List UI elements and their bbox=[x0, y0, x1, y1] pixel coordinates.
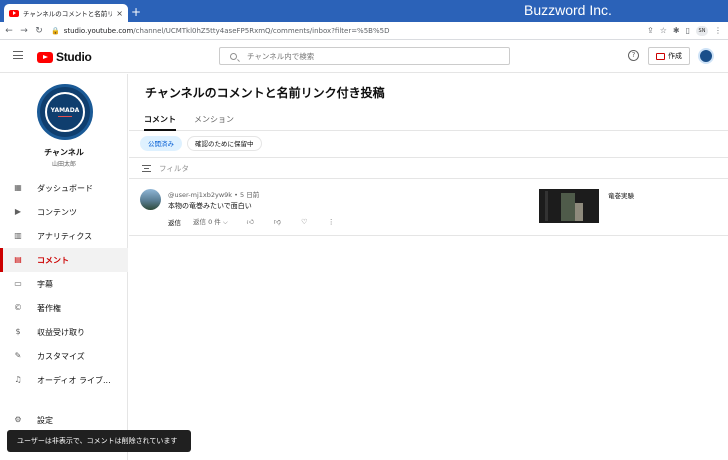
replies-toggle[interactable]: 返信 0 件 ⌵ bbox=[193, 216, 228, 227]
comment-row: @user-mj1xb2yw9k • 5 日前 本物の竜巻みたいで面白い 返信 … bbox=[129, 180, 728, 236]
sidebar-menu: ▦ ダッシュボード ▶ コンテンツ ▥ アナリティクス ▤ コメント ▭ 字幕 … bbox=[0, 176, 128, 392]
filter-label: フィルタ bbox=[159, 163, 189, 173]
comment-author[interactable]: @user-mj1xb2yw9k bbox=[168, 191, 232, 199]
sidebar-item-label: オーディオ ライブ... bbox=[37, 375, 111, 385]
browser-toolbar: ← → ↻ 🔒 studio.youtube.com/channel/UCMTkl… bbox=[0, 22, 728, 40]
audio-library-icon: ♫ bbox=[14, 375, 22, 384]
studio-logo-text: Studio bbox=[56, 50, 92, 64]
snackbar-toast: ユーザーは非表示で、コメントは削除されています bbox=[7, 430, 191, 452]
address-bar[interactable]: 🔒 studio.youtube.com/channel/UCMTkl0hZ5tt… bbox=[51, 27, 647, 35]
sidebar-item-analytics[interactable]: ▥ アナリティクス bbox=[0, 224, 128, 248]
sidebar-item-label: コメント bbox=[37, 255, 69, 265]
monetization-icon: $ bbox=[15, 327, 21, 336]
active-tab-indicator bbox=[144, 129, 176, 131]
browser-menu-icon[interactable]: ⋮ bbox=[714, 26, 722, 35]
sidebar-item-copyright[interactable]: © 著作権 bbox=[0, 296, 128, 320]
sidebar-item-label: 収益受け取り bbox=[37, 327, 85, 337]
browser-titlebar: チャンネルのコメントと名前リンク付き × + Buzzword Inc. bbox=[0, 0, 728, 22]
video-title[interactable]: 竜巻実験 bbox=[608, 190, 634, 200]
help-icon[interactable]: ? bbox=[628, 50, 639, 61]
search-input[interactable] bbox=[247, 51, 509, 61]
reply-button[interactable]: 返信 bbox=[168, 217, 181, 227]
video-thumbnail[interactable] bbox=[539, 189, 599, 223]
account-avatar[interactable] bbox=[698, 48, 714, 64]
tab-title: チャンネルのコメントと名前リンク付き bbox=[23, 10, 113, 18]
gear-icon: ⚙ bbox=[14, 415, 22, 424]
channel-name: 山田太郎 bbox=[51, 161, 76, 168]
chip-published[interactable]: 公開済み bbox=[140, 136, 182, 151]
search-icon bbox=[230, 52, 237, 60]
create-button[interactable]: 作成 bbox=[648, 47, 690, 65]
sidebar-item-customize[interactable]: ✎ カスタマイズ bbox=[0, 344, 128, 368]
studio-logo[interactable]: Studio bbox=[37, 50, 92, 64]
channel-search[interactable] bbox=[219, 47, 510, 65]
video-camera-icon bbox=[656, 52, 665, 60]
profile-avatar[interactable]: SN bbox=[696, 25, 708, 36]
sidebar-item-content[interactable]: ▶ コンテンツ bbox=[0, 200, 128, 224]
sidebar-item-label: アナリティクス bbox=[37, 231, 93, 241]
more-options-icon[interactable]: ⋮ bbox=[327, 218, 336, 226]
sidebar-item-label: ダッシュボード bbox=[37, 183, 93, 193]
sidebar-item-settings[interactable]: ⚙ 設定 bbox=[0, 408, 128, 432]
subtitles-icon: ▭ bbox=[14, 279, 22, 288]
sidebar-item-comments[interactable]: ▤ コメント bbox=[0, 248, 128, 272]
lock-icon: 🔒 bbox=[51, 26, 60, 35]
channel-avatar-text: YAMADA bbox=[50, 107, 80, 114]
new-tab-button[interactable]: + bbox=[131, 5, 141, 19]
share-icon[interactable]: ⇪ bbox=[647, 26, 654, 35]
sidebar-item-dashboard[interactable]: ▦ ダッシュボード bbox=[0, 176, 128, 200]
extensions-icon[interactable]: ✱ bbox=[673, 26, 680, 35]
comment-actions: 返信 返信 0 件 ⌵ 👍︎ 👎︎ ♡ ⋮ bbox=[168, 216, 354, 227]
like-icon[interactable]: 👍︎ bbox=[246, 217, 255, 226]
reload-icon[interactable]: ↻ bbox=[33, 26, 45, 36]
forward-arrow-icon[interactable]: → bbox=[18, 26, 30, 36]
url-host: studio.youtube.com bbox=[63, 26, 134, 35]
comment-time: 5 日前 bbox=[240, 191, 260, 199]
comment-text: 本物の竜巻みたいで面白い bbox=[168, 202, 252, 210]
comments-icon: ▤ bbox=[14, 255, 22, 264]
copyright-icon: © bbox=[14, 303, 22, 312]
heart-icon[interactable]: ♡ bbox=[300, 218, 309, 226]
filter-bar[interactable]: フィルタ bbox=[129, 157, 728, 179]
status-chips: 公開済み 確認のために保留中 bbox=[140, 136, 262, 151]
comment-tabs: コメント メンション bbox=[129, 111, 728, 131]
tab-comments[interactable]: コメント bbox=[144, 114, 176, 125]
channel-label: チャンネル bbox=[44, 148, 84, 157]
create-label: 作成 bbox=[668, 52, 682, 60]
bookmark-star-icon[interactable]: ☆ bbox=[660, 26, 667, 35]
commenter-avatar[interactable] bbox=[140, 189, 161, 210]
studio-header: Studio ? 作成 bbox=[0, 41, 728, 73]
youtube-favicon-icon bbox=[9, 9, 19, 17]
sidebar-item-subtitles[interactable]: ▭ 字幕 bbox=[0, 272, 128, 296]
main-content: チャンネルのコメントと名前リンク付き投稿 コメント メンション 公開済み 確認の… bbox=[129, 74, 728, 460]
youtube-logo-icon bbox=[37, 51, 53, 63]
page-title: チャンネルのコメントと名前リンク付き投稿 bbox=[145, 86, 385, 100]
sidebar-item-label: 字幕 bbox=[37, 279, 53, 289]
chip-held-for-review[interactable]: 確認のために保留中 bbox=[187, 136, 262, 151]
back-arrow-icon[interactable]: ← bbox=[3, 26, 15, 36]
sidebar-item-audio-library[interactable]: ♫ オーディオ ライブ... bbox=[0, 368, 128, 392]
dashboard-icon: ▦ bbox=[14, 183, 22, 192]
channel-avatar[interactable]: YAMADA bbox=[37, 84, 93, 140]
tab-close-icon[interactable]: × bbox=[116, 9, 123, 18]
sidebar-item-label: 設定 bbox=[37, 415, 53, 425]
dislike-icon[interactable]: 👎︎ bbox=[273, 217, 282, 226]
sidebar: YAMADA チャンネル 山田太郎 ▦ ダッシュボード ▶ コンテンツ ▥ アナ… bbox=[0, 74, 128, 460]
content-icon: ▶ bbox=[14, 207, 22, 216]
filter-icon bbox=[142, 164, 151, 172]
hamburger-menu-icon[interactable] bbox=[13, 51, 23, 59]
sidebar-item-label: 著作権 bbox=[37, 303, 61, 313]
browser-tab[interactable]: チャンネルのコメントと名前リンク付き × bbox=[4, 4, 128, 22]
tab-mentions[interactable]: メンション bbox=[194, 114, 234, 125]
brand-watermark: Buzzword Inc. bbox=[524, 2, 612, 18]
sidebar-item-monetization[interactable]: $ 収益受け取り bbox=[0, 320, 128, 344]
comment-meta: @user-mj1xb2yw9k • 5 日前 bbox=[168, 189, 259, 199]
sidebar-item-label: コンテンツ bbox=[37, 207, 77, 217]
sidepanel-icon[interactable]: ▯ bbox=[686, 26, 690, 35]
sidebar-item-label: カスタマイズ bbox=[37, 351, 85, 361]
customize-icon: ✎ bbox=[14, 351, 22, 360]
url-path: /channel/UCMTkl0hZ5tty4aseFP5RxmQ/commen… bbox=[133, 26, 390, 35]
analytics-icon: ▥ bbox=[14, 231, 22, 240]
